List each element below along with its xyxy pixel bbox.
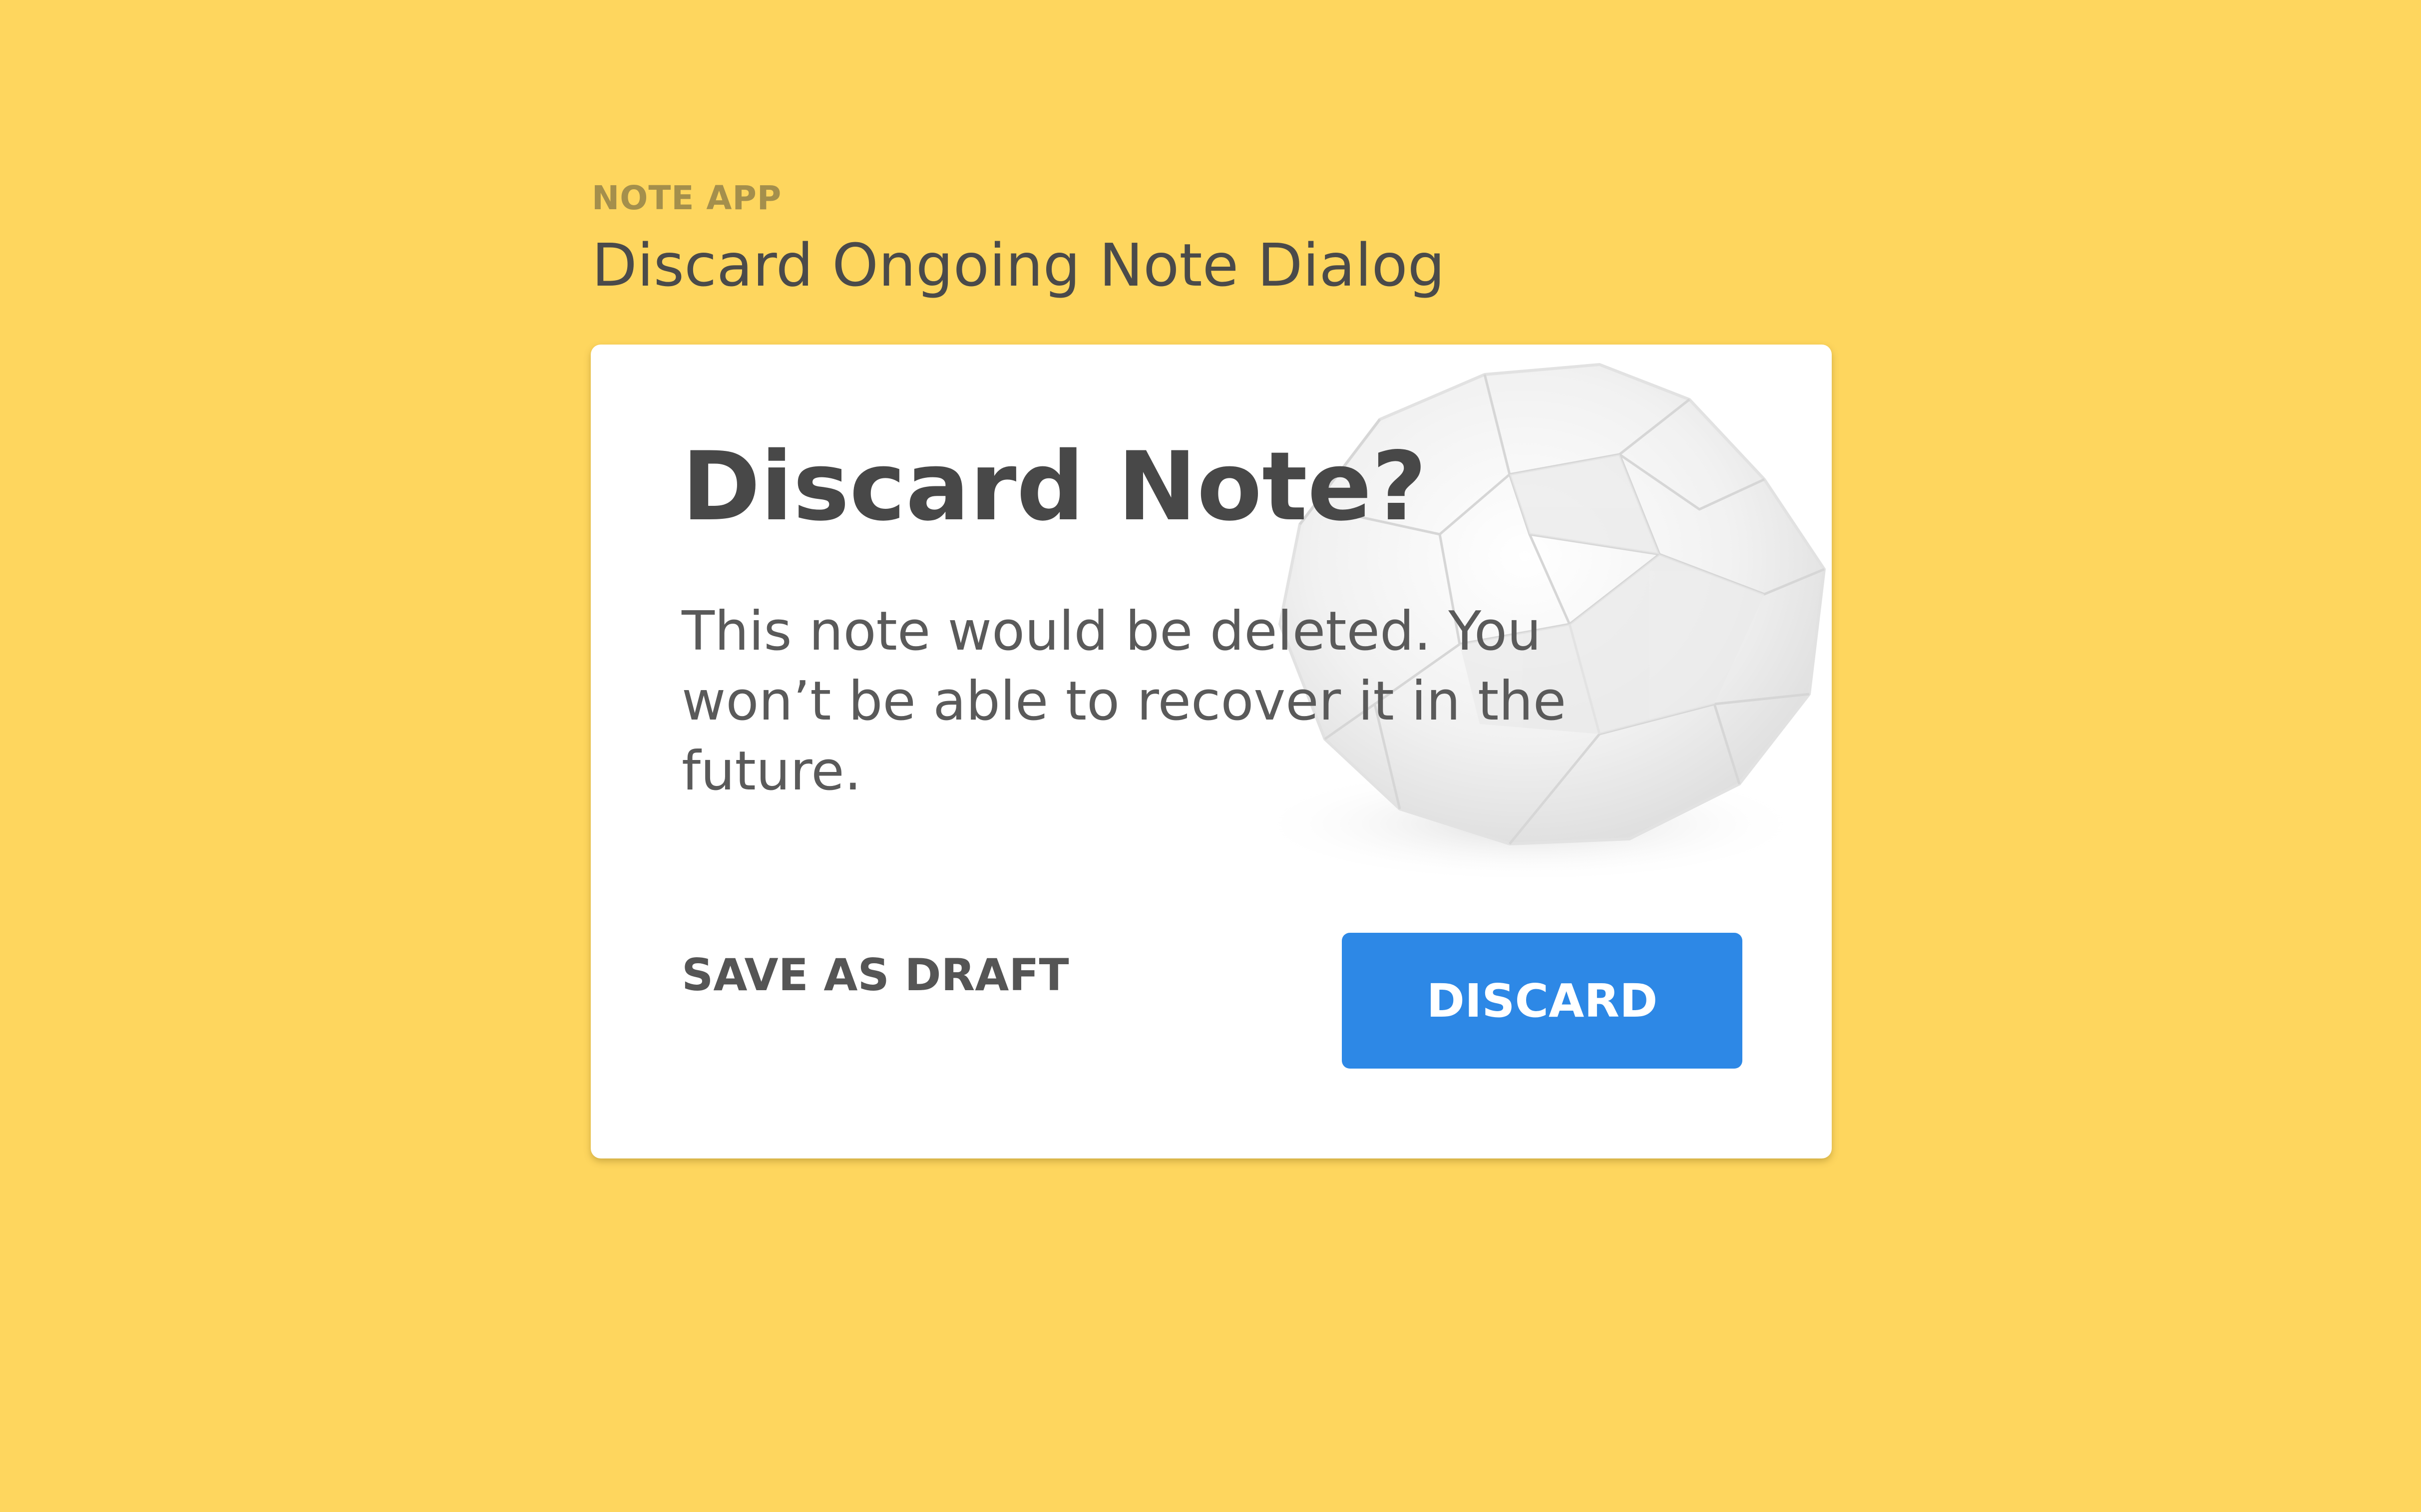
app-name: NOTE APP: [592, 179, 782, 217]
dialog-title: Discard Note?: [682, 431, 1427, 542]
screen-title: Discard Ongoing Note Dialog: [592, 231, 1445, 300]
discard-dialog: Discard Note? This note would be deleted…: [591, 345, 1832, 1158]
dialog-message: This note would be deleted. You won’t be…: [682, 600, 1567, 802]
discard-button[interactable]: DISCARD: [1342, 933, 1742, 1069]
page-header: NOTE APP Discard Ongoing Note Dialog: [592, 176, 1790, 303]
save-as-draft-button[interactable]: SAVE AS DRAFT: [682, 933, 1069, 1018]
